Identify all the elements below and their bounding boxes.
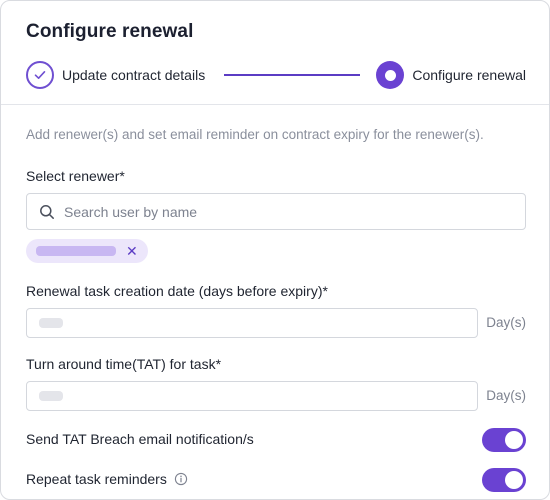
days-unit-label: Day(s) — [486, 388, 526, 403]
configure-renewal-dialog: Configure renewal Update contract detail… — [0, 0, 550, 500]
info-icon[interactable] — [174, 472, 188, 486]
selected-renewer-chip: ✕ — [26, 239, 148, 263]
days-unit-label: Day(s) — [486, 315, 526, 330]
step-update-contract-details[interactable]: Update contract details — [26, 61, 205, 89]
step-active-icon — [376, 61, 405, 89]
toggle-knob — [505, 471, 523, 489]
renewal-task-days-row: Day(s) — [26, 308, 526, 338]
input-value-placeholder — [39, 391, 63, 401]
repeat-reminders-toggle-row: Repeat task reminders — [26, 468, 526, 492]
tat-label: Turn around time(TAT) for task* — [26, 356, 222, 372]
active-dot-icon — [384, 69, 396, 81]
renewer-search-input[interactable] — [64, 203, 504, 220]
toggle-label-text: Repeat task reminders — [26, 471, 167, 487]
step-completed-icon — [26, 61, 54, 89]
step-label: Update contract details — [62, 67, 206, 83]
toggle-knob — [505, 431, 523, 449]
renewer-search-field[interactable] — [26, 193, 526, 230]
step-connector — [224, 74, 360, 76]
toggle-label-text: Send TAT Breach email notification/s — [26, 431, 254, 447]
check-icon — [34, 71, 46, 79]
close-icon[interactable]: ✕ — [126, 244, 138, 258]
tat-row: Day(s) — [26, 381, 526, 411]
renewer-name-placeholder — [36, 246, 116, 256]
repeat-reminders-label: Repeat task reminders — [26, 471, 188, 487]
tat-input[interactable] — [26, 381, 478, 411]
tat-breach-label: Send TAT Breach email notification/s — [26, 431, 254, 447]
search-icon — [40, 204, 54, 219]
dialog-header: Configure renewal Update contract detail… — [1, 1, 549, 105]
dialog-title: Configure renewal — [26, 21, 194, 42]
repeat-reminders-toggle[interactable] — [482, 468, 526, 492]
step-configure-renewal[interactable]: Configure renewal — [376, 61, 526, 89]
helper-text: Add renewer(s) and set email reminder on… — [26, 127, 484, 142]
select-renewer-label: Select renewer* — [26, 168, 125, 184]
stepper: Update contract details Configure renewa… — [26, 61, 526, 91]
renewal-task-days-input[interactable] — [26, 308, 478, 338]
renewal-task-days-label: Renewal task creation date (days before … — [26, 283, 328, 299]
tat-breach-toggle[interactable] — [482, 428, 526, 452]
step-label: Configure renewal — [412, 67, 526, 83]
input-value-placeholder — [39, 318, 63, 328]
tat-breach-toggle-row: Send TAT Breach email notification/s — [26, 428, 526, 452]
